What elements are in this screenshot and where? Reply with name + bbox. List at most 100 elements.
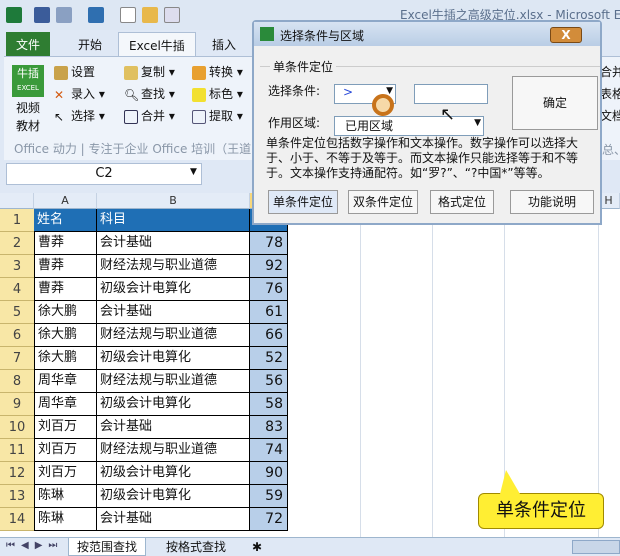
row-header[interactable]: 12 [0, 462, 34, 485]
cell-score[interactable]: 78 [250, 232, 288, 255]
cell-score[interactable]: 76 [250, 278, 288, 301]
cell-score[interactable]: 59 [250, 485, 288, 508]
cell-subject[interactable]: 会计基础 [97, 508, 250, 531]
open-icon[interactable] [142, 7, 158, 23]
range-select[interactable]: 已用区域 ▼ [334, 116, 484, 136]
entry-button[interactable]: ✕ 录入 ▾ [54, 85, 105, 107]
cell-score[interactable]: 58 [250, 393, 288, 416]
cell-score[interactable]: 66 [250, 324, 288, 347]
chevron-down-icon[interactable]: ▼ [190, 167, 197, 177]
convert-button[interactable]: 转换 ▾ [192, 63, 243, 85]
tab-excel-niucha[interactable]: Excel牛插 [118, 32, 196, 56]
insert-sheet-icon[interactable]: ✱ [244, 538, 270, 556]
value-input[interactable] [414, 84, 488, 104]
cell-name[interactable]: 曹莽 [34, 232, 97, 255]
settings-button[interactable]: 设置 [54, 63, 105, 85]
cell-score[interactable]: 83 [250, 416, 288, 439]
header-cell-name[interactable]: 姓名 [34, 209, 97, 232]
cell-name[interactable]: 徐大鹏 [34, 324, 97, 347]
cell-name[interactable]: 刘百万 [34, 439, 97, 462]
cell-subject[interactable]: 财经法规与职业道德 [97, 255, 250, 278]
cell-name[interactable]: 陈琳 [34, 508, 97, 531]
column-header-a[interactable]: A [34, 193, 97, 209]
print-preview-icon[interactable] [164, 7, 180, 23]
row-header[interactable]: 13 [0, 485, 34, 508]
niucha-logo[interactable]: 牛插 EXCEL [12, 65, 44, 97]
cell-name[interactable]: 曹莽 [34, 278, 97, 301]
single-condition-button[interactable]: 单条件定位 [268, 190, 338, 214]
cell-subject[interactable]: 初级会计电算化 [97, 347, 250, 370]
spreadsheet-grid[interactable]: A B C H 1姓名科目2曹莽会计基础783曹莽财经法规与职业道德924曹莽初… [0, 193, 620, 537]
sheet-tab-range[interactable]: 按范围查找 [68, 538, 147, 556]
cell-subject[interactable]: 初级会计电算化 [97, 278, 250, 301]
cell-subject[interactable]: 会计基础 [97, 232, 250, 255]
cell-score[interactable]: 52 [250, 347, 288, 370]
sheet-tab-format[interactable]: 按格式查找 [158, 538, 234, 556]
row-header[interactable]: 9 [0, 393, 34, 416]
row-header[interactable]: 11 [0, 439, 34, 462]
video-label[interactable]: 视频 [16, 99, 40, 116]
cell-score[interactable]: 90 [250, 462, 288, 485]
row-header[interactable]: 14 [0, 508, 34, 531]
find-button[interactable]: 🔍︎ 查找 ▾ [124, 85, 175, 107]
tab-file[interactable]: 文件 [6, 32, 51, 56]
row-header[interactable]: 10 [0, 416, 34, 439]
redo-icon[interactable] [88, 7, 104, 23]
cell-score[interactable]: 61 [250, 301, 288, 324]
column-header-b[interactable]: B [97, 193, 250, 209]
undo-icon[interactable] [56, 7, 72, 23]
ok-button[interactable]: 确定 [512, 76, 598, 130]
cell-score[interactable]: 72 [250, 508, 288, 531]
row-header[interactable]: 6 [0, 324, 34, 347]
double-condition-button[interactable]: 双条件定位 [348, 190, 418, 214]
new-icon[interactable] [120, 7, 136, 23]
row-header[interactable]: 5 [0, 301, 34, 324]
cell-name[interactable]: 徐大鹏 [34, 301, 97, 324]
row-header[interactable]: 2 [0, 232, 34, 255]
select-button[interactable]: ↖ 选择 ▾ [54, 107, 105, 129]
merge-sheets-button[interactable]: 合并 [600, 63, 620, 85]
select-all[interactable] [0, 193, 34, 209]
row-header[interactable]: 8 [0, 370, 34, 393]
close-button[interactable]: X [550, 27, 582, 43]
cell-subject[interactable]: 会计基础 [97, 416, 250, 439]
cell-name[interactable]: 刘百万 [34, 416, 97, 439]
cell-name[interactable]: 周华章 [34, 393, 97, 416]
tab-insert[interactable]: 插入 [202, 32, 246, 56]
dialog-title-bar[interactable]: 选择条件与区域 X [254, 22, 600, 46]
document-button[interactable]: 文档 [600, 107, 620, 129]
row-header[interactable]: 1 [0, 209, 34, 232]
save-icon[interactable] [34, 7, 50, 23]
cell-subject[interactable]: 会计基础 [97, 301, 250, 324]
horizontal-scrollbar[interactable] [572, 540, 620, 554]
cell-name[interactable]: 曹莽 [34, 255, 97, 278]
cell-name[interactable]: 陈琳 [34, 485, 97, 508]
cell-score[interactable]: 74 [250, 439, 288, 462]
row-header[interactable]: 7 [0, 347, 34, 370]
name-box[interactable]: C2 [6, 163, 202, 185]
cell-name[interactable]: 周华章 [34, 370, 97, 393]
cell-subject[interactable]: 初级会计电算化 [97, 393, 250, 416]
cell-name[interactable]: 刘百万 [34, 462, 97, 485]
cell-subject[interactable]: 财经法规与职业道德 [97, 439, 250, 462]
row-header[interactable]: 4 [0, 278, 34, 301]
format-locate-button[interactable]: 格式定位 [430, 190, 494, 214]
table-button[interactable]: 表格 [600, 85, 620, 107]
tab-home[interactable]: 开始 [68, 32, 112, 56]
cell-score[interactable]: 92 [250, 255, 288, 278]
cell-subject[interactable]: 初级会计电算化 [97, 485, 250, 508]
sheet-nav-arrows[interactable]: ⏮◀▶⏭ [6, 540, 63, 551]
cell-subject[interactable]: 财经法规与职业道德 [97, 370, 250, 393]
cell-score[interactable]: 56 [250, 370, 288, 393]
header-cell-subject[interactable]: 科目 [97, 209, 250, 232]
cell-subject[interactable]: 初级会计电算化 [97, 462, 250, 485]
help-button[interactable]: 功能说明 [510, 190, 594, 214]
merge-button[interactable]: 合并 ▾ [124, 107, 175, 129]
material-label[interactable]: 教材 [16, 117, 40, 134]
extract-button[interactable]: 提取 ▾ [192, 107, 243, 129]
color-mark-button[interactable]: 标色 ▾ [192, 85, 243, 107]
row-header[interactable]: 3 [0, 255, 34, 278]
copy-button[interactable]: 复制 ▾ [124, 63, 175, 85]
cell-subject[interactable]: 财经法规与职业道德 [97, 324, 250, 347]
cell-name[interactable]: 徐大鹏 [34, 347, 97, 370]
